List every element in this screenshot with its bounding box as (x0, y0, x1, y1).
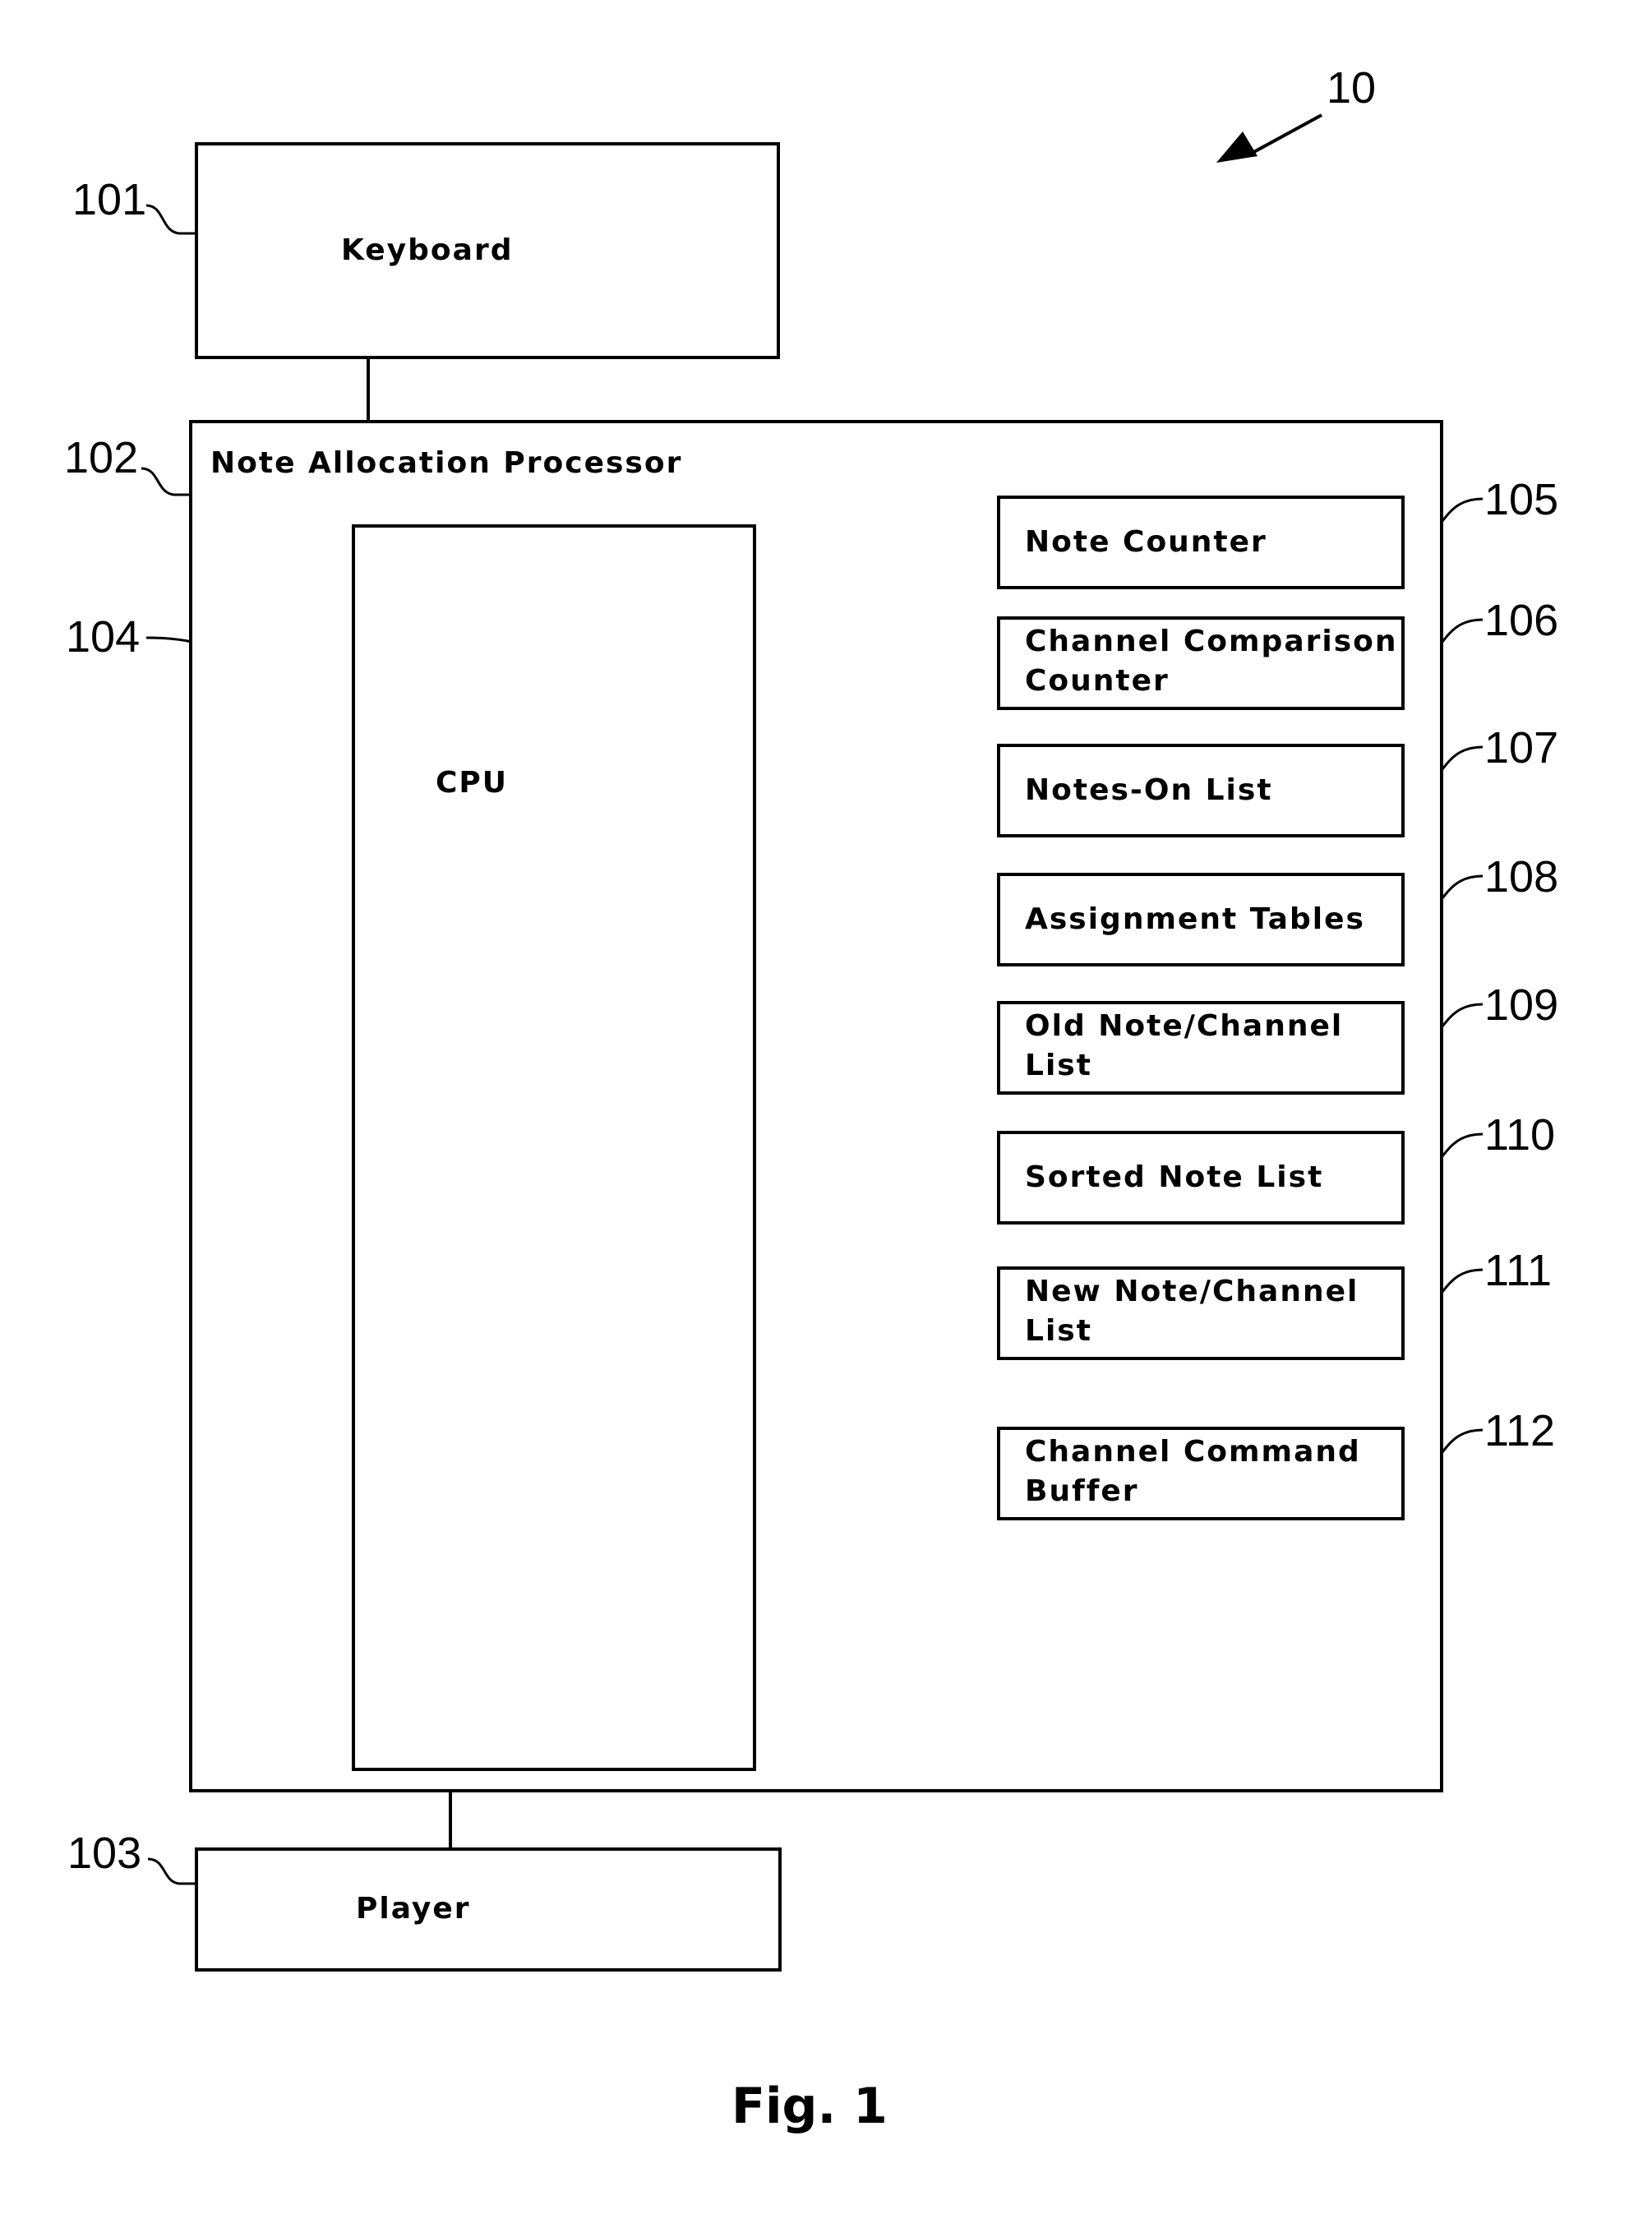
system-arrow-head (1216, 131, 1257, 163)
processor-label: Note Allocation Processor (210, 446, 683, 480)
module-ref-number: 107 (1484, 723, 1559, 773)
module-label-line2: List (1025, 1049, 1092, 1082)
system-arrow-shaft (1248, 113, 1322, 156)
module-label-line1: New Note/Channel (1025, 1275, 1359, 1308)
keyboard-ref-number: 101 (72, 175, 147, 224)
cpu-box: CPU (352, 524, 756, 1771)
module-label-line1: Channel Command (1025, 1435, 1361, 1469)
keyboard-box: Keyboard (195, 142, 780, 359)
module-ref-number: 109 (1484, 980, 1559, 1030)
system-ref-number: 10 (1327, 63, 1377, 113)
module-label-line1: Note Counter (1025, 525, 1267, 559)
module-box: Channel Comparison Counter (997, 616, 1405, 710)
module-label-line1: Notes-On List (1025, 773, 1273, 807)
cpu-ref-number: 104 (66, 612, 141, 662)
player-box: Player (195, 1847, 782, 1972)
module-box: Old Note/Channel List (997, 1001, 1405, 1095)
leader-102 (141, 467, 189, 496)
module-box: Notes-On List (997, 744, 1405, 837)
module-label-line1: Assignment Tables (1025, 902, 1365, 936)
module-label-line1: Channel Comparison (1025, 625, 1398, 658)
module-label-line1: Old Note/Channel (1025, 1009, 1344, 1043)
module-label-line1: Sorted Note List (1025, 1160, 1324, 1194)
player-label: Player (356, 1892, 471, 1926)
module-ref-number: 108 (1484, 852, 1559, 902)
leader-103 (147, 1857, 195, 1885)
module-box: New Note/Channel List (997, 1266, 1405, 1360)
module-box: Assignment Tables (997, 873, 1405, 966)
processor-ref-number: 102 (64, 433, 139, 482)
module-ref-number: 105 (1484, 475, 1559, 524)
player-ref-number: 103 (67, 1829, 142, 1878)
module-label-line2: Counter (1025, 664, 1170, 698)
module-box: Note Counter (997, 496, 1405, 589)
keyboard-label: Keyboard (341, 233, 514, 267)
module-label-line2: List (1025, 1314, 1092, 1348)
module-ref-number: 112 (1484, 1406, 1556, 1455)
module-label-line2: Buffer (1025, 1474, 1139, 1508)
module-box: Sorted Note List (997, 1131, 1405, 1225)
module-ref-number: 110 (1484, 1110, 1556, 1160)
module-ref-number: 106 (1484, 596, 1559, 645)
module-ref-number: 111 (1484, 1246, 1553, 1295)
leader-101 (145, 204, 195, 235)
cpu-label: CPU (436, 766, 509, 800)
figure-caption: Fig. 1 (731, 2078, 888, 2135)
module-box: Channel Command Buffer (997, 1427, 1405, 1520)
